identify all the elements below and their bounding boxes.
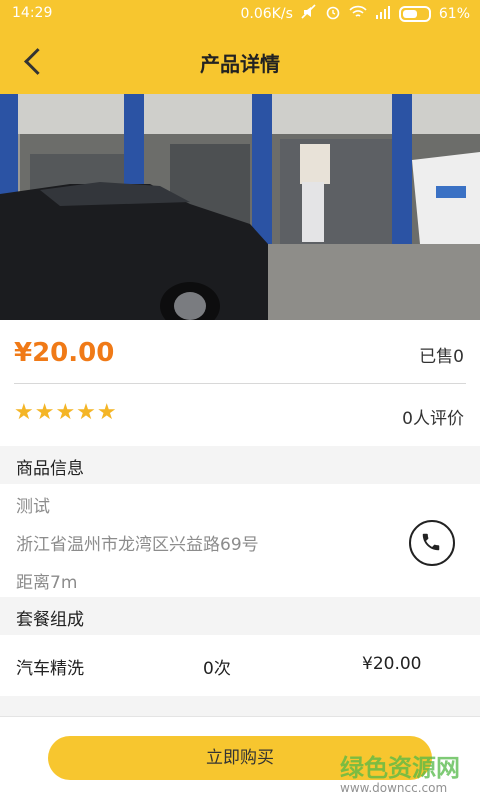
package-item-count: 0次 (203, 659, 231, 679)
store-distance: 距离7m (16, 573, 78, 593)
status-time: 14:29 (12, 5, 53, 21)
package-item-price: ¥20.00 (362, 654, 422, 674)
status-icons: 0.06K/s 61% (240, 4, 470, 24)
wifi-icon (349, 5, 367, 23)
phone-icon (422, 533, 440, 551)
store-address: 浙江省温州市龙湾区兴益路69号 (16, 535, 259, 555)
package-item-name: 汽车精洗 (16, 659, 84, 679)
section-title-package: 套餐组成 (16, 610, 84, 630)
section-header-package: 套餐组成 (0, 597, 480, 635)
battery-level: 61% (438, 6, 470, 22)
call-button[interactable] (409, 520, 455, 566)
signal-icon (375, 5, 391, 23)
star-rating-icon: ★★★★★ (14, 400, 118, 425)
package-item: 汽车精洗 0次 ¥20.00 (0, 636, 480, 696)
sold-count: 已售0 (419, 347, 464, 367)
product-price: ¥20.00 (14, 338, 115, 368)
alarm-icon (325, 4, 341, 24)
mute-icon (301, 4, 317, 24)
watermark-text: 绿色资源网 (340, 754, 460, 782)
section-title-info: 商品信息 (16, 459, 84, 479)
page-title: 产品详情 (200, 52, 280, 76)
network-speed: 0.06K/s (240, 6, 293, 22)
watermark-url: www.downcc.com (340, 781, 448, 795)
watermark: 绿色资源网 www.downcc.com (340, 748, 460, 795)
review-count: 0人评价 (402, 409, 464, 429)
price-row: ¥20.00 已售0 (0, 320, 480, 384)
nav-bar: 产品详情 (0, 28, 480, 94)
section-header-info: 商品信息 (0, 446, 480, 484)
section-gap (0, 696, 480, 716)
product-image (0, 94, 480, 320)
rating-row: ★★★★★ 0人评价 (0, 384, 480, 446)
product-name: 测试 (16, 497, 50, 517)
status-bar: 14:29 0.06K/s 61% (0, 0, 480, 28)
battery-icon (398, 6, 431, 22)
bottom-divider (0, 716, 480, 717)
